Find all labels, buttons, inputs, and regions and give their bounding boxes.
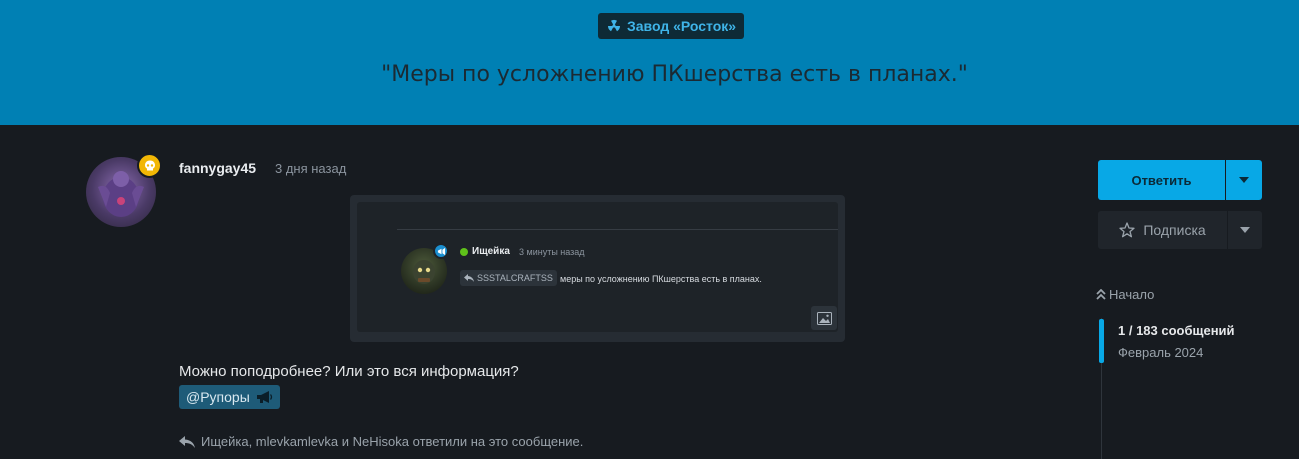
topic-header: Завод «Росток» "Меры по усложнению ПКшер… [0,0,1299,125]
category-name: Завод «Росток» [627,18,737,34]
timeline-handle[interactable] [1099,319,1104,363]
reply-button[interactable]: Ответить [1098,160,1225,200]
mention-label: @Рупоры [186,389,250,405]
star-icon [1119,222,1135,238]
online-status-dot [460,248,468,256]
image-author: Ищейка [472,246,510,257]
reply-icon [464,274,474,282]
timeline-date: Февраль 2024 [1118,345,1204,360]
caret-down-icon [1240,227,1250,233]
subscribe-options-button[interactable] [1228,211,1262,249]
timeline-start-label: Начало [1109,287,1155,302]
subscribe-label: Подписка [1143,222,1206,238]
megaphone-badge-icon [433,243,449,259]
replies-summary[interactable]: Ищейка, mlevkamlevka и NeHisoka ответили… [179,434,583,449]
caret-down-icon [1239,177,1249,183]
subscribe-button[interactable]: Подписка [1098,211,1227,249]
post-date[interactable]: 3 дня назад [275,161,346,176]
radioactive-icon [608,19,620,32]
post-text: Можно поподробнее? Или это вся информаци… [179,363,519,380]
image-reply-user: SSSTALCRAFTSS [477,273,553,283]
image-content: Ищейка 3 минуты назад SSSTALCRAFTSS меры… [357,202,838,332]
reply-icon [179,435,195,448]
image-divider [397,229,838,230]
megaphone-icon [256,391,272,403]
post-image[interactable]: Ищейка 3 минуты назад SSSTALCRAFTSS меры… [350,195,845,342]
group-mention[interactable]: @Рупоры [179,385,280,409]
image-time: 3 минуты назад [519,247,585,257]
double-chevron-up-icon [1096,289,1106,300]
topic-title[interactable]: "Меры по усложнению ПКшерства есть в пла… [0,62,1299,87]
image-icon [816,311,832,325]
timeline-start-link[interactable]: Начало [1096,287,1154,302]
category-badge[interactable]: Завод «Росток» [598,13,745,39]
post-username[interactable]: fannygay45 [179,160,256,176]
timeline-position: 1 / 183 сообщений [1118,323,1235,338]
reply-options-button[interactable] [1226,160,1262,200]
flair-badge[interactable] [137,153,162,178]
skull-icon [144,160,155,170]
image-message: меры по усложнению ПКшерства есть в план… [560,274,762,284]
replies-text: Ищейка, mlevkamlevka и NeHisoka ответили… [201,434,584,449]
image-reply-tag: SSSTALCRAFTSS [460,270,557,286]
image-expand-button[interactable] [811,306,837,330]
